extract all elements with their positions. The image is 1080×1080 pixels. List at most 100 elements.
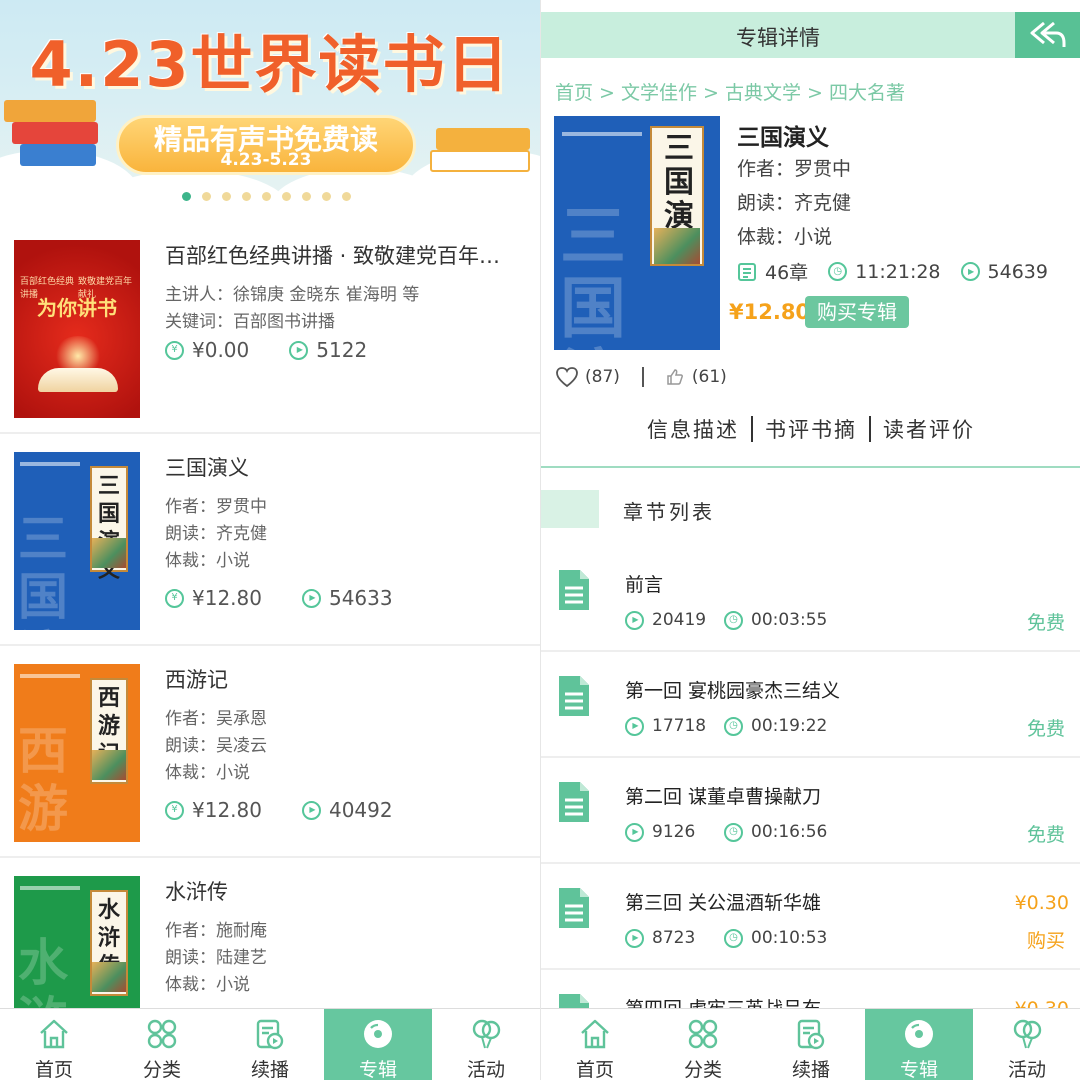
- tab-activity[interactable]: 活动: [432, 1009, 540, 1080]
- continue-play-icon: [253, 1017, 287, 1051]
- chapter-duration: 00:03:55: [751, 610, 828, 630]
- album-icon: [902, 1017, 936, 1051]
- like-button[interactable]: (61): [666, 367, 727, 387]
- book-list-item[interactable]: 百部红色经典讲播 致敬建党百年献礼 为你讲书 百部红色经典讲播 · 致敬建党百年… 主讲…: [0, 222, 540, 434]
- carousel-dots[interactable]: [182, 192, 351, 201]
- tab-category[interactable]: 分类: [108, 1009, 216, 1080]
- book-meta-line: 体裁：小说: [165, 763, 250, 783]
- play-count-icon: ▶: [301, 800, 321, 820]
- detail-tab[interactable]: 信息描述: [635, 414, 751, 444]
- book-meta-line: 朗读：齐克健: [165, 524, 267, 544]
- carousel-dot[interactable]: [202, 192, 211, 201]
- chapter-play-count: 20419: [652, 610, 707, 630]
- chapter-meta: ▶ 20419 ◷ 00:03:55: [625, 610, 827, 630]
- book-list-item[interactable]: 三国演义三国演义三国演义作者：罗贯中朗读：齐克健体裁：小说¥¥12.80▶546…: [0, 434, 540, 646]
- carousel-dot[interactable]: [242, 192, 251, 201]
- buy-chapter-button[interactable]: 购买: [1027, 926, 1065, 953]
- book-cover: 三国演义三国演义: [14, 452, 140, 630]
- tab-album[interactable]: 专辑: [865, 1009, 973, 1080]
- chapter-title: 第一回 宴桃园豪杰三结义: [625, 680, 841, 702]
- carousel-dot[interactable]: [322, 192, 331, 201]
- cover-watermark: 三国演义: [18, 509, 68, 631]
- cover-watermark: 三国演义: [560, 197, 626, 350]
- book-meta-line: 体裁：小说: [165, 975, 250, 995]
- chapter-row[interactable]: 第三回 关公温酒斩华雄 ▶ 8723 ◷ 00:10:53 ¥0.30 购买: [541, 864, 1080, 970]
- chapter-list-title: 章节列表: [623, 500, 715, 524]
- book-meta-line: 朗读：陆建艺: [165, 948, 267, 968]
- detail-tab[interactable]: 读者评价: [871, 414, 987, 444]
- carousel-dot[interactable]: [302, 192, 311, 201]
- book-list: 百部红色经典讲播 致敬建党百年献礼 为你讲书 百部红色经典讲播 · 致敬建党百年… 主讲…: [0, 222, 540, 1070]
- book-play-count: 40492: [328, 798, 393, 822]
- chapter-row[interactable]: 前言 ▶ 20419 ◷ 00:03:55 免费: [541, 546, 1080, 652]
- chapter-row[interactable]: 第一回 宴桃园豪杰三结义 ▶ 17718 ◷ 00:19:22 免费: [541, 652, 1080, 758]
- detail-tabs: 信息描述 书评书摘 读者评价: [541, 414, 1080, 444]
- activity-icon: [1010, 1017, 1044, 1051]
- favorite-button[interactable]: (87): [555, 366, 620, 388]
- book-meta-line: 朗读：吴凌云: [165, 736, 267, 756]
- book-meta-line: 体裁：小说: [165, 551, 250, 571]
- tab-activity[interactable]: 活动: [973, 1009, 1080, 1080]
- section-divider: [541, 466, 1080, 468]
- carousel-dot[interactable]: [282, 192, 291, 201]
- category-icon: [145, 1017, 179, 1051]
- carousel-dot[interactable]: [222, 192, 231, 201]
- carousel-dot[interactable]: [342, 192, 351, 201]
- book-cover: 西游记西游记: [14, 664, 140, 842]
- free-badge: 免费: [1026, 824, 1065, 846]
- book-meta-line: 作者：吴承恩: [165, 709, 267, 729]
- tab-album[interactable]: 专辑: [324, 1009, 432, 1080]
- buy-album-button[interactable]: 购买专辑: [805, 296, 909, 328]
- activity-icon: [469, 1017, 503, 1051]
- clock-icon: ◷: [724, 610, 743, 630]
- tab-label: 首页: [575, 1059, 614, 1080]
- book-stack-icon: [12, 122, 98, 144]
- play-count-icon: ▶: [625, 716, 644, 736]
- tab-home[interactable]: 首页: [541, 1009, 649, 1080]
- price-icon: ¥: [165, 340, 184, 360]
- album-author: 作者：罗贯中: [737, 158, 852, 180]
- album-title: 三国演义: [737, 125, 829, 151]
- tab-continue-play[interactable]: 续播: [216, 1009, 324, 1080]
- tab-category[interactable]: 分类: [649, 1009, 757, 1080]
- album-genre: 体裁：小说: [737, 226, 833, 248]
- clock-icon: ◷: [724, 928, 743, 948]
- book-stack-icon: [436, 128, 530, 150]
- chapter-row[interactable]: 第二回 谋董卓曹操献刀 ▶ 9126 ◷ 00:16:56 免费: [541, 758, 1080, 864]
- cover-series-label: [562, 132, 642, 136]
- price-icon: ¥: [165, 588, 184, 608]
- open-book-icon: [38, 368, 118, 392]
- chapter-play-count: 8723: [652, 928, 696, 948]
- book-stack-icon: [430, 150, 530, 172]
- carousel-dot[interactable]: [262, 192, 271, 201]
- bottom-tab-bar: 首页 分类 续播 专辑 活动: [0, 1008, 540, 1080]
- document-icon: [557, 780, 591, 824]
- document-icon: [557, 674, 591, 718]
- back-button[interactable]: [1015, 12, 1080, 58]
- divider: [641, 367, 644, 387]
- cover-watermark: 西游记: [18, 721, 68, 843]
- breadcrumb[interactable]: 首页 > 文学佳作 > 古典文学 > 四大名著: [555, 78, 905, 105]
- book-title: 三国演义: [165, 456, 249, 480]
- banner-dates: 4.23-5.23: [220, 150, 312, 170]
- book-play-count: 54633: [328, 586, 393, 610]
- like-count: (61): [691, 367, 727, 387]
- document-icon: [557, 886, 591, 930]
- book-stats: ¥ ¥0.00 ▶ 5122: [165, 338, 367, 362]
- tab-label: 活动: [1007, 1059, 1046, 1080]
- book-title: 百部红色经典讲播 · 致敬建党百年…: [165, 244, 501, 268]
- chapter-list-marker: [541, 490, 599, 528]
- tab-continue-play[interactable]: 续播: [757, 1009, 865, 1080]
- tab-home[interactable]: 首页: [0, 1009, 108, 1080]
- play-count-icon: ▶: [625, 822, 644, 842]
- carousel-dot[interactable]: [182, 192, 191, 201]
- book-list-item[interactable]: 西游记西游记西游记作者：吴承恩朗读：吴凌云体裁：小说¥¥12.80▶40492: [0, 646, 540, 858]
- chapter-title: 第二回 谋董卓曹操献刀: [625, 786, 822, 808]
- book-price: ¥12.80: [192, 586, 262, 610]
- cover-series-label: [20, 462, 80, 466]
- promo-banner[interactable]: 4.23世界读书日 精品有声书免费读 4.23-5.23: [0, 0, 540, 222]
- detail-tab[interactable]: 书评书摘: [753, 414, 869, 444]
- book-stats: ¥ ¥12.80 ▶ 54633: [165, 586, 393, 610]
- document-icon: [557, 568, 591, 612]
- chapter-meta: ▶ 17718 ◷ 00:19:22: [625, 716, 827, 736]
